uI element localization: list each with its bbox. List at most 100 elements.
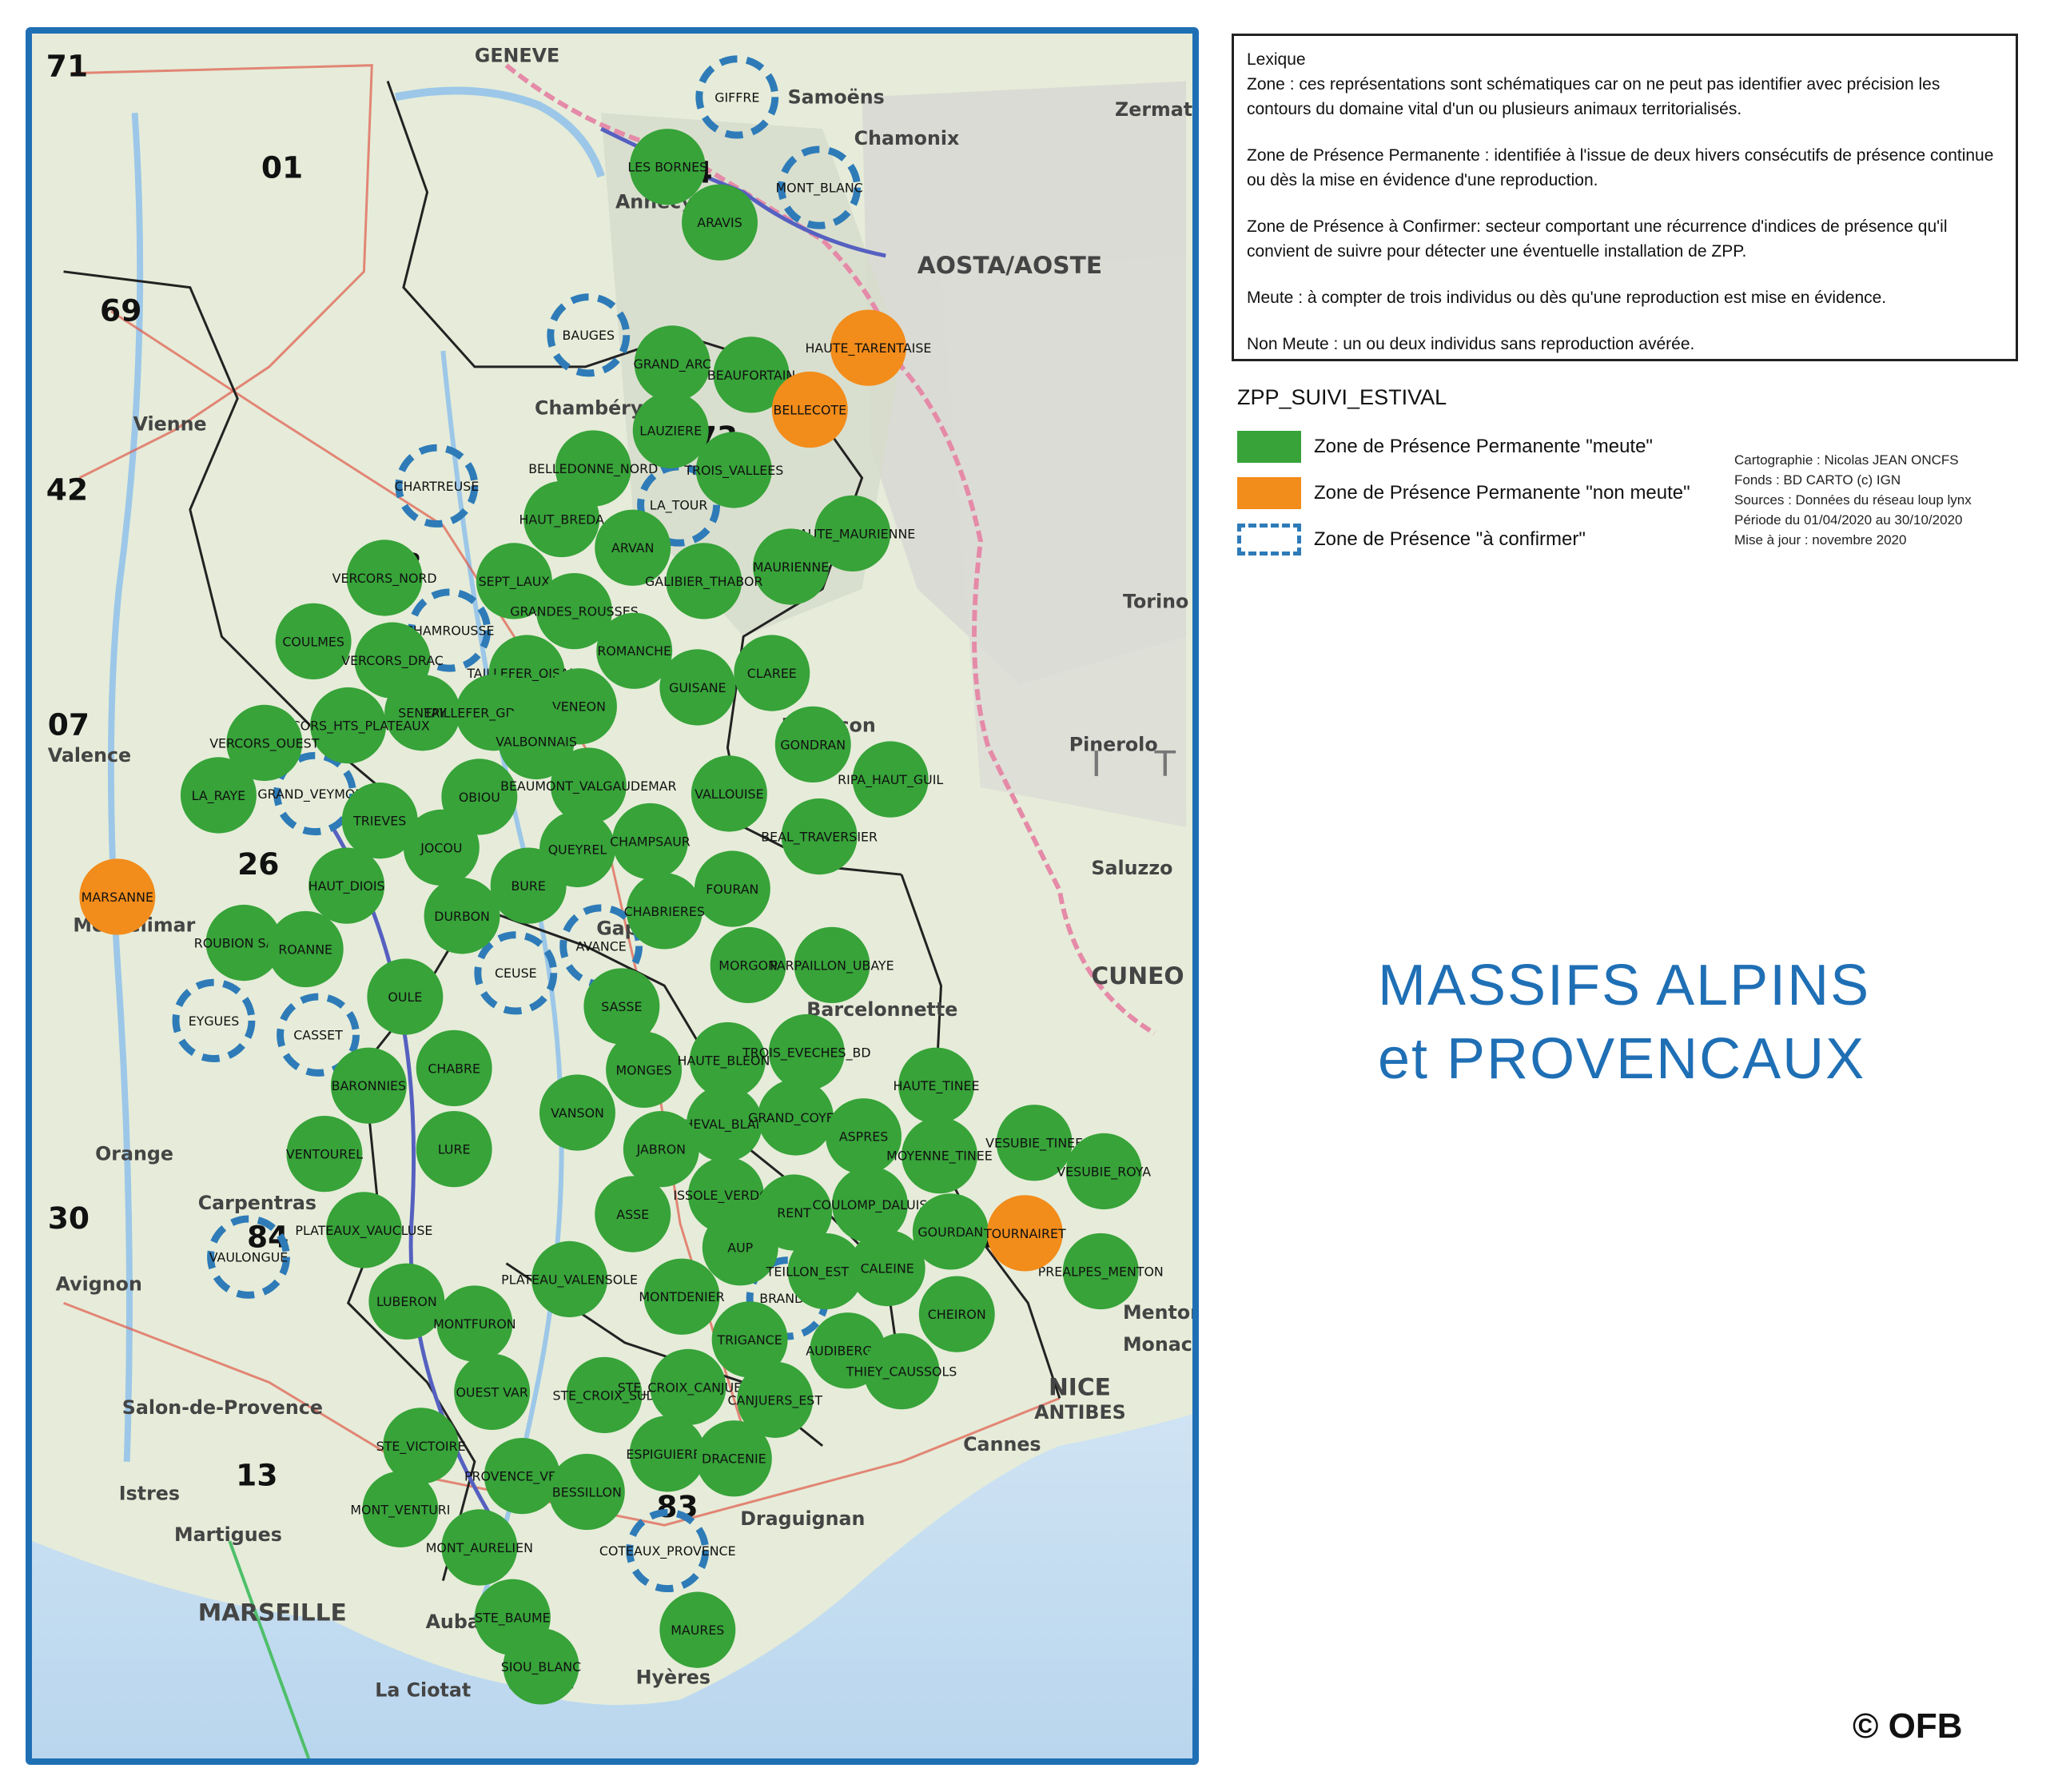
zone-label: RENT: [777, 1205, 811, 1221]
zone-label: MOYENNE_TINEE: [886, 1149, 993, 1165]
zone-label: JOCOU: [420, 840, 462, 855]
place-label: MARSEILLE: [198, 1599, 347, 1627]
zone-label: HAUTE_TINEE: [894, 1078, 980, 1094]
legend-label: Zone de Présence "à confirmer": [1314, 528, 1586, 550]
zone-label: MONTFURON: [433, 1316, 516, 1332]
zone-label: GRAND_ARC: [633, 356, 711, 372]
zone-meute[interactable]: ROMANCHE: [596, 612, 673, 689]
zone-label: GIFFRE: [715, 90, 759, 105]
zone-meute[interactable]: BURE: [490, 847, 567, 924]
zone-label: ROANNE: [278, 942, 332, 957]
zone-meute[interactable]: GONDRAN: [774, 706, 851, 783]
zone-non-meute[interactable]: BELLECOTE: [771, 371, 848, 448]
zone-label: MONT_AURELIEN: [426, 1540, 533, 1556]
place-label: ANTIBES: [1034, 1401, 1126, 1424]
zone-meute[interactable]: VANSON: [539, 1074, 615, 1151]
zone-label: PLATEAU_VALENSOLE: [501, 1272, 638, 1288]
zone-meute[interactable]: ASSE: [595, 1176, 671, 1252]
zone-meute[interactable]: OUEST VAR: [454, 1353, 531, 1431]
zone-label: CALEINE: [861, 1260, 914, 1276]
zone-meute[interactable]: DRACENIE: [695, 1420, 772, 1497]
zone-meute[interactable]: LA_RAYE: [180, 757, 257, 834]
lexique-zpp: Zone de Présence Permanente : identifiée…: [1247, 146, 1994, 189]
zone-meute[interactable]: OULE: [367, 958, 444, 1035]
lexique-meute: Meute : à compter de trois individus ou …: [1247, 289, 1887, 307]
zone-meute[interactable]: BESSILLON: [548, 1453, 625, 1531]
zone-label: ROMANCHE: [597, 643, 671, 659]
zone-label: GOURDAN: [918, 1225, 983, 1240]
place-label: Chamonix: [854, 127, 960, 149]
zone-label: BAUGES: [563, 328, 615, 343]
legend-item-non-meute: Zone de Présence Permanente "non meute": [1237, 476, 1690, 510]
zone-meute[interactable]: HAUT_DIOIS: [308, 847, 385, 924]
map-title-line2: et PROVENCAUX: [1378, 1027, 1866, 1091]
credits: Cartographie : Nicolas JEAN ONCFS Fonds …: [1734, 450, 1972, 550]
zone-meute[interactable]: JABRON: [623, 1111, 699, 1188]
department-number: 13: [236, 1457, 277, 1492]
zone-label: PREALPES_MENTON: [1038, 1264, 1164, 1280]
zone-label: VENTOUREL: [286, 1147, 363, 1162]
zone-meute[interactable]: DURBON: [424, 878, 500, 954]
zone-meute[interactable]: MONGES: [606, 1031, 683, 1109]
zone-label: COULOMP_DALUIS: [813, 1197, 928, 1213]
zone-meute[interactable]: LURE: [416, 1111, 492, 1188]
credit-line: Sources : Données du réseau loup lynx: [1734, 492, 1972, 508]
department-number: 07: [48, 707, 90, 742]
zone-label: LA_RAYE: [192, 788, 246, 804]
place-label: Monaco: [1123, 1333, 1192, 1356]
zone-label: OUEST VAR: [456, 1384, 527, 1400]
zone-label: FOURAN: [706, 882, 758, 897]
zone-meute[interactable]: LAUZIERE: [632, 392, 709, 468]
zone-label: ARAVIS: [697, 215, 742, 230]
zone-label: CLAREE: [747, 666, 797, 681]
zone-label: LURE: [438, 1142, 471, 1157]
zone-meute[interactable]: GOURDAN: [912, 1193, 989, 1270]
credit-line: Fonds : BD CARTO (c) IGN: [1734, 472, 1901, 488]
zone-label: TROIS_VALLEES: [683, 463, 783, 479]
zone-meute[interactable]: CALEINE: [849, 1229, 925, 1307]
zone-meute[interactable]: VENTOUREL: [286, 1115, 363, 1193]
zone-meute[interactable]: GUISANE: [659, 649, 736, 726]
zone-label: BELLEDONNE_NORD: [528, 461, 658, 477]
zone-label: HAUTE_TARENTAISE: [806, 340, 932, 356]
zone-meute[interactable]: CHEIRON: [918, 1276, 995, 1352]
zone-label: LES BORNES: [627, 160, 707, 175]
zone-label: MORGON: [718, 958, 778, 973]
zone-meute[interactable]: BARONNIES: [330, 1047, 407, 1124]
zone-meute[interactable]: MAURIENNE: [753, 528, 829, 605]
place-label: Draguignan: [740, 1507, 865, 1530]
zone-label: BEAUMONT_VALGAUDEMAR: [500, 779, 676, 794]
zone-label: MONT_BLANC: [776, 181, 863, 197]
place-label: AOSTA/AOSTE: [918, 252, 1102, 280]
department-number: 30: [48, 1201, 90, 1236]
legend-swatch-meute: [1237, 431, 1301, 463]
legend-swatch-a-confirmer: [1237, 524, 1301, 556]
zone-meute[interactable]: ARAVIS: [682, 184, 758, 261]
zone-meute[interactable]: CLAREE: [734, 635, 810, 711]
department-number: 42: [46, 472, 88, 508]
place-label: GENEVE: [475, 45, 559, 67]
zone-non-meute[interactable]: MARSANNE: [79, 858, 156, 935]
zone-meute[interactable]: CHABRE: [416, 1029, 492, 1107]
zone-meute[interactable]: VALLOUISE: [691, 755, 767, 832]
place-label: CUNEO: [1091, 962, 1184, 990]
zone-label: MONGES: [615, 1062, 671, 1077]
zone-label: CHEIRON: [928, 1307, 986, 1322]
zone-label: VESUBIE_ROYA: [1057, 1164, 1151, 1180]
zone-meute[interactable]: COULMES: [275, 603, 352, 680]
zone-label: SIOU_BLANC: [501, 1659, 581, 1675]
lexique-zpc: Zone de Présence à Confirmer: secteur co…: [1247, 217, 1948, 261]
zone-label: AUP: [727, 1240, 753, 1256]
zone-meute[interactable]: FOURAN: [694, 850, 770, 927]
zone-label: BURE: [511, 878, 545, 894]
zone-label: SASSE: [601, 999, 642, 1014]
zone-meute[interactable]: ROANNE: [267, 910, 344, 988]
zone-label: MAURES: [671, 1623, 724, 1638]
place-label: Hyères: [636, 1667, 711, 1689]
place-label: Valence: [48, 744, 131, 767]
map-frame[interactable]: GENEVEAnnecyChambéryVienneValenceGapDign…: [26, 27, 1199, 1765]
map-canvas[interactable]: GENEVEAnnecyChambéryVienneValenceGapDign…: [32, 34, 1192, 1758]
zone-meute[interactable]: JOCOU: [403, 809, 480, 886]
credit-line: Période du 01/04/2020 au 30/10/2020: [1734, 512, 1963, 528]
zone-meute[interactable]: MAURES: [659, 1591, 736, 1668]
